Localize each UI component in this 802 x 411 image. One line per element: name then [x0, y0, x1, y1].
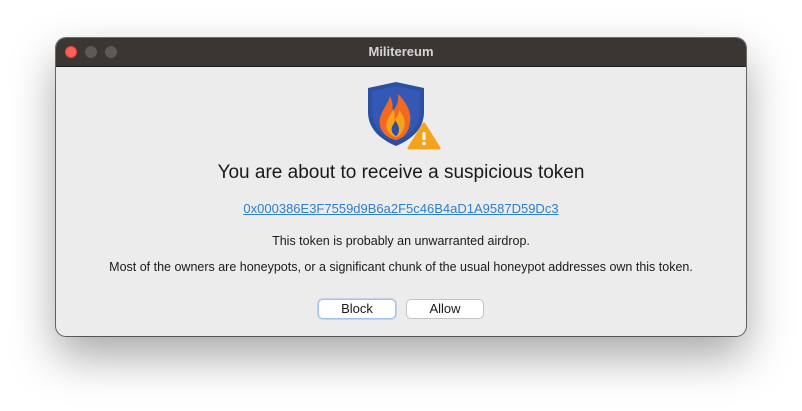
- title-bar[interactable]: Militereum: [56, 38, 746, 67]
- allow-button[interactable]: Allow: [406, 299, 484, 319]
- honeypot-message: Most of the owners are honeypots, or a s…: [109, 260, 693, 274]
- airdrop-message: This token is probably an unwarranted ai…: [272, 234, 530, 248]
- dialog-heading: You are about to receive a suspicious to…: [217, 162, 585, 183]
- token-address-link[interactable]: 0x000386E3F7559d9B6a2F5c46B4aD1A9587D59D…: [56, 201, 746, 216]
- block-button[interactable]: Block: [318, 299, 396, 319]
- flame-shield-icon: [366, 82, 442, 150]
- window-title: Militereum: [368, 44, 434, 59]
- dialog-window: Militereum You are about to receive a su…: [56, 38, 746, 336]
